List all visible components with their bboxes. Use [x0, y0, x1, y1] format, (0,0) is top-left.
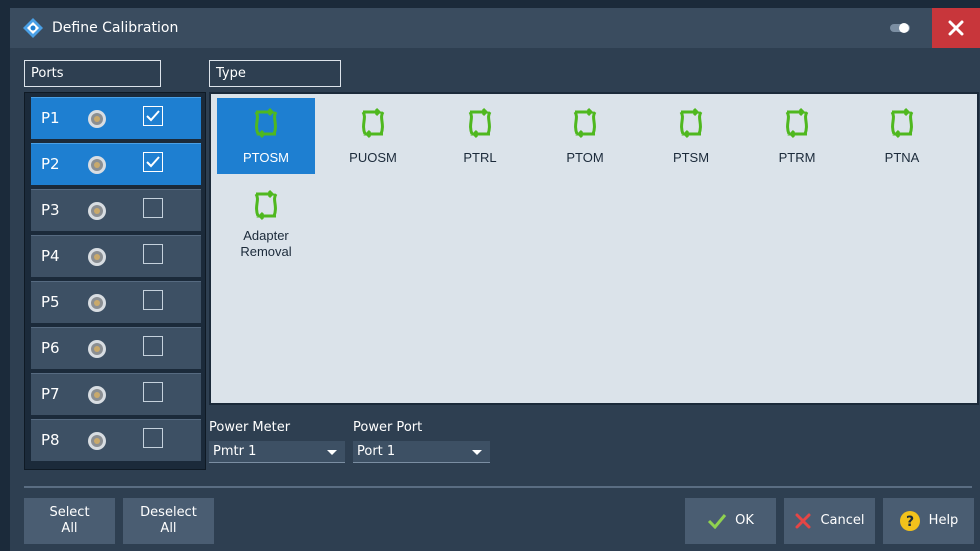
port-row-p6[interactable]: P6 — [31, 327, 201, 369]
type-adapter-removal[interactable]: Adapter Removal — [217, 180, 315, 272]
close-icon — [794, 512, 812, 530]
calibration-type-icon — [254, 189, 278, 221]
port-label: P5 — [41, 293, 60, 311]
power-meter-dropdown[interactable]: Pmtr 1 — [209, 441, 345, 463]
toggle-icon[interactable] — [890, 23, 910, 33]
port-label: P2 — [41, 155, 60, 173]
type-label: PTNA — [884, 150, 920, 165]
calibration-type-icon — [361, 107, 385, 139]
power-meter-label: Power Meter — [209, 420, 291, 435]
checkmark-icon — [146, 156, 160, 168]
calibration-type-icon — [679, 107, 703, 139]
port-label: P3 — [41, 201, 60, 219]
type-ptna[interactable]: PTNA — [853, 98, 951, 174]
port-checkbox[interactable] — [143, 382, 163, 402]
help-label: Help — [928, 513, 959, 528]
port-checkbox[interactable] — [143, 152, 163, 172]
chevron-down-icon — [327, 450, 337, 455]
type-label: PTOSM — [243, 150, 289, 165]
separator — [24, 486, 972, 488]
port-row-p4[interactable]: P4 — [31, 235, 201, 277]
connector-icon — [88, 340, 106, 358]
port-label: P1 — [41, 109, 60, 127]
title-bar: Define Calibration — [10, 8, 980, 48]
ok-button[interactable]: OK — [685, 498, 776, 544]
port-checkbox[interactable] — [143, 244, 163, 264]
port-checkbox[interactable] — [143, 336, 163, 356]
ok-label: OK — [735, 513, 754, 528]
port-row-p2[interactable]: P2 — [31, 143, 201, 185]
power-meter-value: Pmtr 1 — [213, 444, 257, 459]
connector-icon — [88, 156, 106, 174]
calibration-type-grid: PTOSM PUOSM PTRL PTOM PTSM PTRM PTNA Ada… — [209, 92, 979, 405]
connector-icon — [88, 432, 106, 450]
chevron-down-icon — [472, 450, 482, 455]
ports-list: P1 P2 P3 P4 P5 P6 P7 P8 — [24, 92, 206, 470]
type-ptom[interactable]: PTOM — [536, 98, 634, 174]
checkmark-icon — [707, 513, 727, 529]
calibration-type-icon — [785, 107, 809, 139]
calibration-type-icon — [573, 107, 597, 139]
port-checkbox[interactable] — [143, 198, 163, 218]
port-label: P6 — [41, 339, 60, 357]
select-all-label-line1: Select — [49, 505, 90, 520]
type-label: PTOM — [566, 150, 604, 165]
close-icon — [948, 20, 964, 36]
type-label: PTRL — [463, 150, 497, 165]
calibration-type-icon — [468, 107, 492, 139]
type-ptrl[interactable]: PTRL — [431, 98, 529, 174]
port-label: P8 — [41, 431, 60, 449]
rs-logo-icon — [23, 18, 43, 38]
cancel-button[interactable]: Cancel — [784, 498, 875, 544]
type-header: Type — [209, 60, 341, 87]
connector-icon — [88, 386, 106, 404]
type-puosm[interactable]: PUOSM — [324, 98, 422, 174]
calibration-type-icon — [254, 107, 278, 139]
port-row-p7[interactable]: P7 — [31, 373, 201, 415]
calibration-type-icon — [890, 107, 914, 139]
ports-header: Ports — [24, 60, 161, 87]
type-label: PUOSM — [349, 150, 397, 165]
port-checkbox[interactable] — [143, 428, 163, 448]
power-port-value: Port 1 — [357, 444, 396, 459]
power-port-dropdown[interactable]: Port 1 — [353, 441, 490, 463]
dialog-title: Define Calibration — [52, 20, 179, 36]
port-label: P4 — [41, 247, 60, 265]
type-label-line1: Adapter — [243, 228, 289, 243]
deselect-all-label-line2: All — [160, 521, 177, 536]
port-checkbox[interactable] — [143, 106, 163, 126]
define-calibration-dialog: Define Calibration Ports Type P1 P2 P3 P… — [10, 8, 980, 551]
select-all-label-line2: All — [61, 521, 78, 536]
type-label-line2: Removal — [240, 244, 292, 259]
port-checkbox[interactable] — [143, 290, 163, 310]
svg-text:?: ? — [906, 514, 914, 530]
select-all-button[interactable]: Select All — [24, 498, 115, 544]
port-label: P7 — [41, 385, 60, 403]
connector-icon — [88, 248, 106, 266]
checkmark-icon — [146, 110, 160, 122]
type-ptosm[interactable]: PTOSM — [217, 98, 315, 174]
deselect-all-label-line1: Deselect — [140, 505, 197, 520]
type-ptsm[interactable]: PTSM — [642, 98, 740, 174]
port-row-p8[interactable]: P8 — [31, 419, 201, 461]
help-icon: ? — [899, 510, 921, 532]
port-row-p3[interactable]: P3 — [31, 189, 201, 231]
connector-icon — [88, 294, 106, 312]
port-row-p1[interactable]: P1 — [31, 97, 201, 139]
port-row-p5[interactable]: P5 — [31, 281, 201, 323]
deselect-all-button[interactable]: Deselect All — [123, 498, 214, 544]
cancel-label: Cancel — [820, 513, 865, 528]
connector-icon — [88, 110, 106, 128]
type-label: PTRM — [778, 150, 816, 165]
close-button[interactable] — [932, 8, 980, 48]
type-ptrm[interactable]: PTRM — [748, 98, 846, 174]
help-button[interactable]: ? Help — [883, 498, 974, 544]
type-label: Adapter Removal — [217, 228, 315, 260]
connector-icon — [88, 202, 106, 220]
power-port-label: Power Port — [353, 420, 423, 435]
type-label: PTSM — [672, 150, 710, 165]
